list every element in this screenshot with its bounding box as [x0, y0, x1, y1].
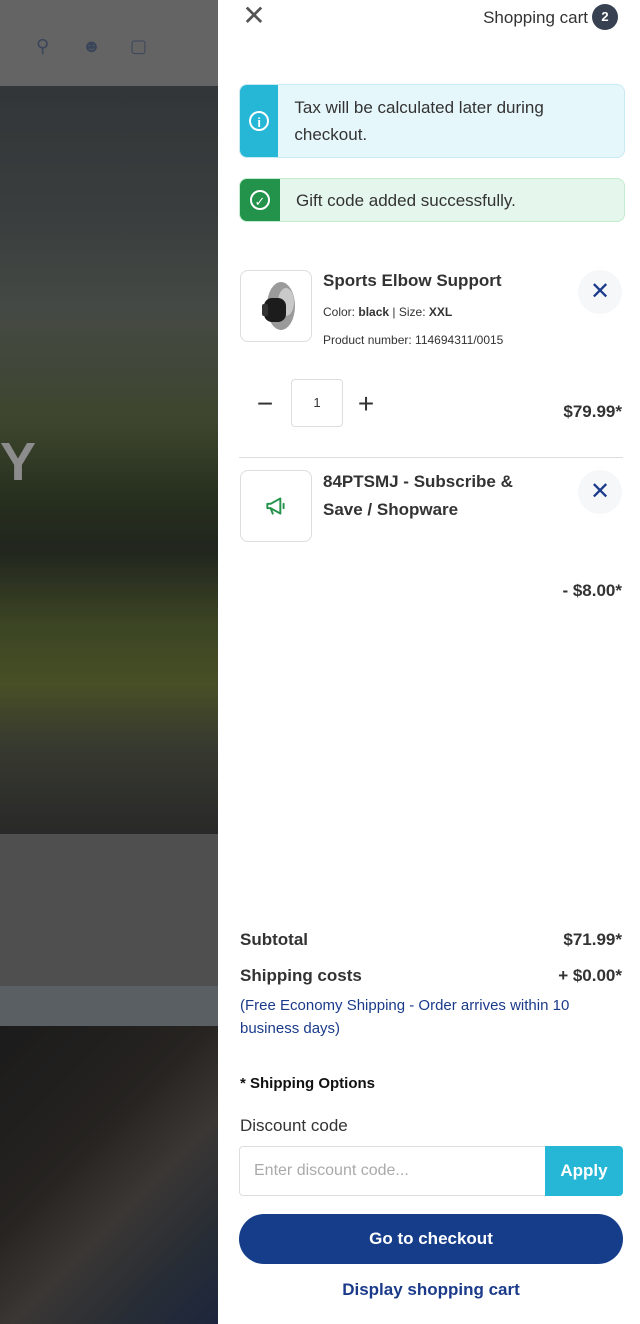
product-name[interactable]: Sports Elbow Support	[323, 267, 543, 295]
gift-code-success-text: Gift code added successfully.	[296, 190, 516, 210]
background-page: ⚲ ☻ ▢ Y	[0, 0, 218, 1324]
cart-count-badge: 2	[592, 4, 618, 30]
shipping-method-note: (Free Economy Shipping - Order arrives w…	[240, 997, 570, 1037]
product-thumbnail[interactable]	[240, 270, 312, 342]
size-value: XXL	[428, 305, 453, 319]
info-icon: i	[249, 111, 270, 131]
option-separator: |	[392, 305, 396, 319]
promotion-price: - $8.00*	[562, 581, 622, 600]
shipping-options-link[interactable]: * Shipping Options	[240, 1075, 375, 1092]
discount-code-input[interactable]	[239, 1146, 545, 1196]
quantity-input[interactable]: 1	[291, 379, 343, 427]
item-price: $79.99*	[563, 402, 622, 421]
promotion-thumbnail	[240, 470, 312, 542]
shipping-costs-label: Shipping costs	[240, 966, 362, 985]
subtotal-value: $71.99*	[563, 930, 622, 949]
tax-info-alert: i Tax will be calculated later during ch…	[239, 84, 625, 158]
remove-item-button[interactable]: ✕	[578, 270, 622, 314]
color-value: black	[358, 305, 390, 319]
remove-promotion-button[interactable]: ✕	[578, 470, 622, 514]
size-label: Size:	[398, 305, 426, 319]
info-icon-bar: i	[240, 85, 279, 157]
quantity-decrease-button[interactable]: −	[251, 390, 279, 418]
close-icon[interactable]: ✕	[240, 2, 268, 30]
apply-discount-button[interactable]: Apply	[545, 1146, 623, 1196]
display-shopping-cart-link[interactable]: Display shopping cart	[239, 1280, 623, 1300]
tax-info-text: Tax will be calculated later during chec…	[294, 98, 544, 144]
elbow-support-image	[246, 276, 306, 336]
subtotal-label: Subtotal	[240, 930, 308, 949]
item-divider	[239, 457, 623, 458]
checkmark-icon: ✓	[250, 190, 270, 210]
gift-code-success-alert: ✓ Gift code added successfully.	[239, 178, 625, 222]
product-number: Product number: 114694311/0015	[323, 333, 504, 347]
backdrop-overlay[interactable]	[0, 0, 218, 1324]
megaphone-icon	[266, 497, 285, 515]
shipping-costs-value: + $0.00*	[558, 966, 622, 985]
go-to-checkout-button[interactable]: Go to checkout	[239, 1214, 623, 1264]
success-icon-bar: ✓	[240, 179, 280, 221]
offcanvas-cart: ✕ Shopping cart 2 i Tax will be calculat…	[218, 0, 640, 1324]
discount-code-label: Discount code	[240, 1116, 348, 1135]
promotion-name: 84PTSMJ - Subscribe & Save / Shopware	[323, 472, 513, 519]
quantity-increase-button[interactable]: +	[352, 390, 380, 418]
product-options: Color: black | Size: XXL	[323, 305, 452, 319]
cart-title: Shopping cart	[483, 8, 588, 27]
color-label: Color:	[323, 305, 356, 319]
